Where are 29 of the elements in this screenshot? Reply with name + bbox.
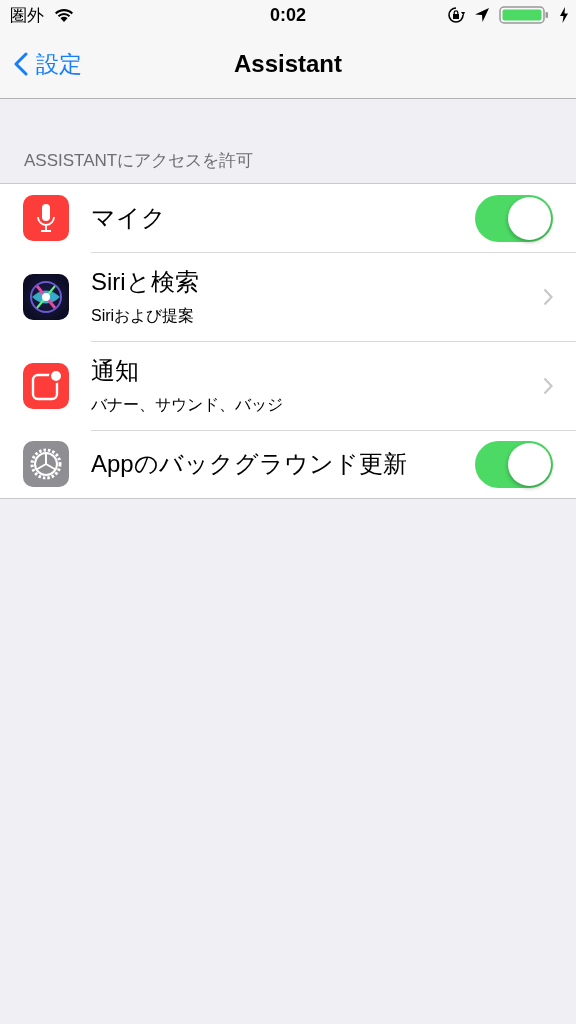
toggle-switch[interactable] xyxy=(475,440,553,488)
row-title: Appのバックグラウンド更新 xyxy=(91,449,408,479)
rotation-lock-icon xyxy=(447,6,465,24)
settings-row[interactable]: Siriと検索 Siriおよび提案 xyxy=(0,252,576,341)
carrier-label: 圏外 xyxy=(10,4,44,27)
siri-icon xyxy=(23,273,69,320)
back-button[interactable]: 設定 xyxy=(0,48,82,80)
settings-row[interactable]: 通知 バナー、サウンド、バッジ xyxy=(0,341,576,430)
row-title: 通知 xyxy=(91,356,140,386)
section-header: ASSISTANTにアクセスを許可 xyxy=(23,150,255,172)
gear-icon xyxy=(23,441,69,487)
settings-row[interactable]: マイク xyxy=(0,184,576,252)
charging-bolt-icon xyxy=(560,7,568,23)
location-arrow-icon xyxy=(474,7,490,23)
page-title: Assistant xyxy=(232,50,343,78)
battery-icon xyxy=(499,5,551,25)
wifi-icon xyxy=(54,7,74,23)
chevron-icon xyxy=(543,287,553,306)
toggle-switch[interactable] xyxy=(475,194,553,242)
row-subtitle: バナー、サウンド、バッジ xyxy=(91,395,284,415)
microphone-icon xyxy=(23,195,69,241)
row-subtitle: Siriおよび提案 xyxy=(91,306,196,326)
row-title: Siriと検索 xyxy=(91,267,200,297)
notification-icon xyxy=(23,362,69,409)
row-title: マイク xyxy=(91,203,167,233)
settings-row[interactable]: Appのバックグラウンド更新 xyxy=(0,430,576,498)
back-chevron-icon xyxy=(14,52,28,76)
clock-time: 0:02 xyxy=(269,4,307,26)
chevron-icon xyxy=(543,376,553,395)
